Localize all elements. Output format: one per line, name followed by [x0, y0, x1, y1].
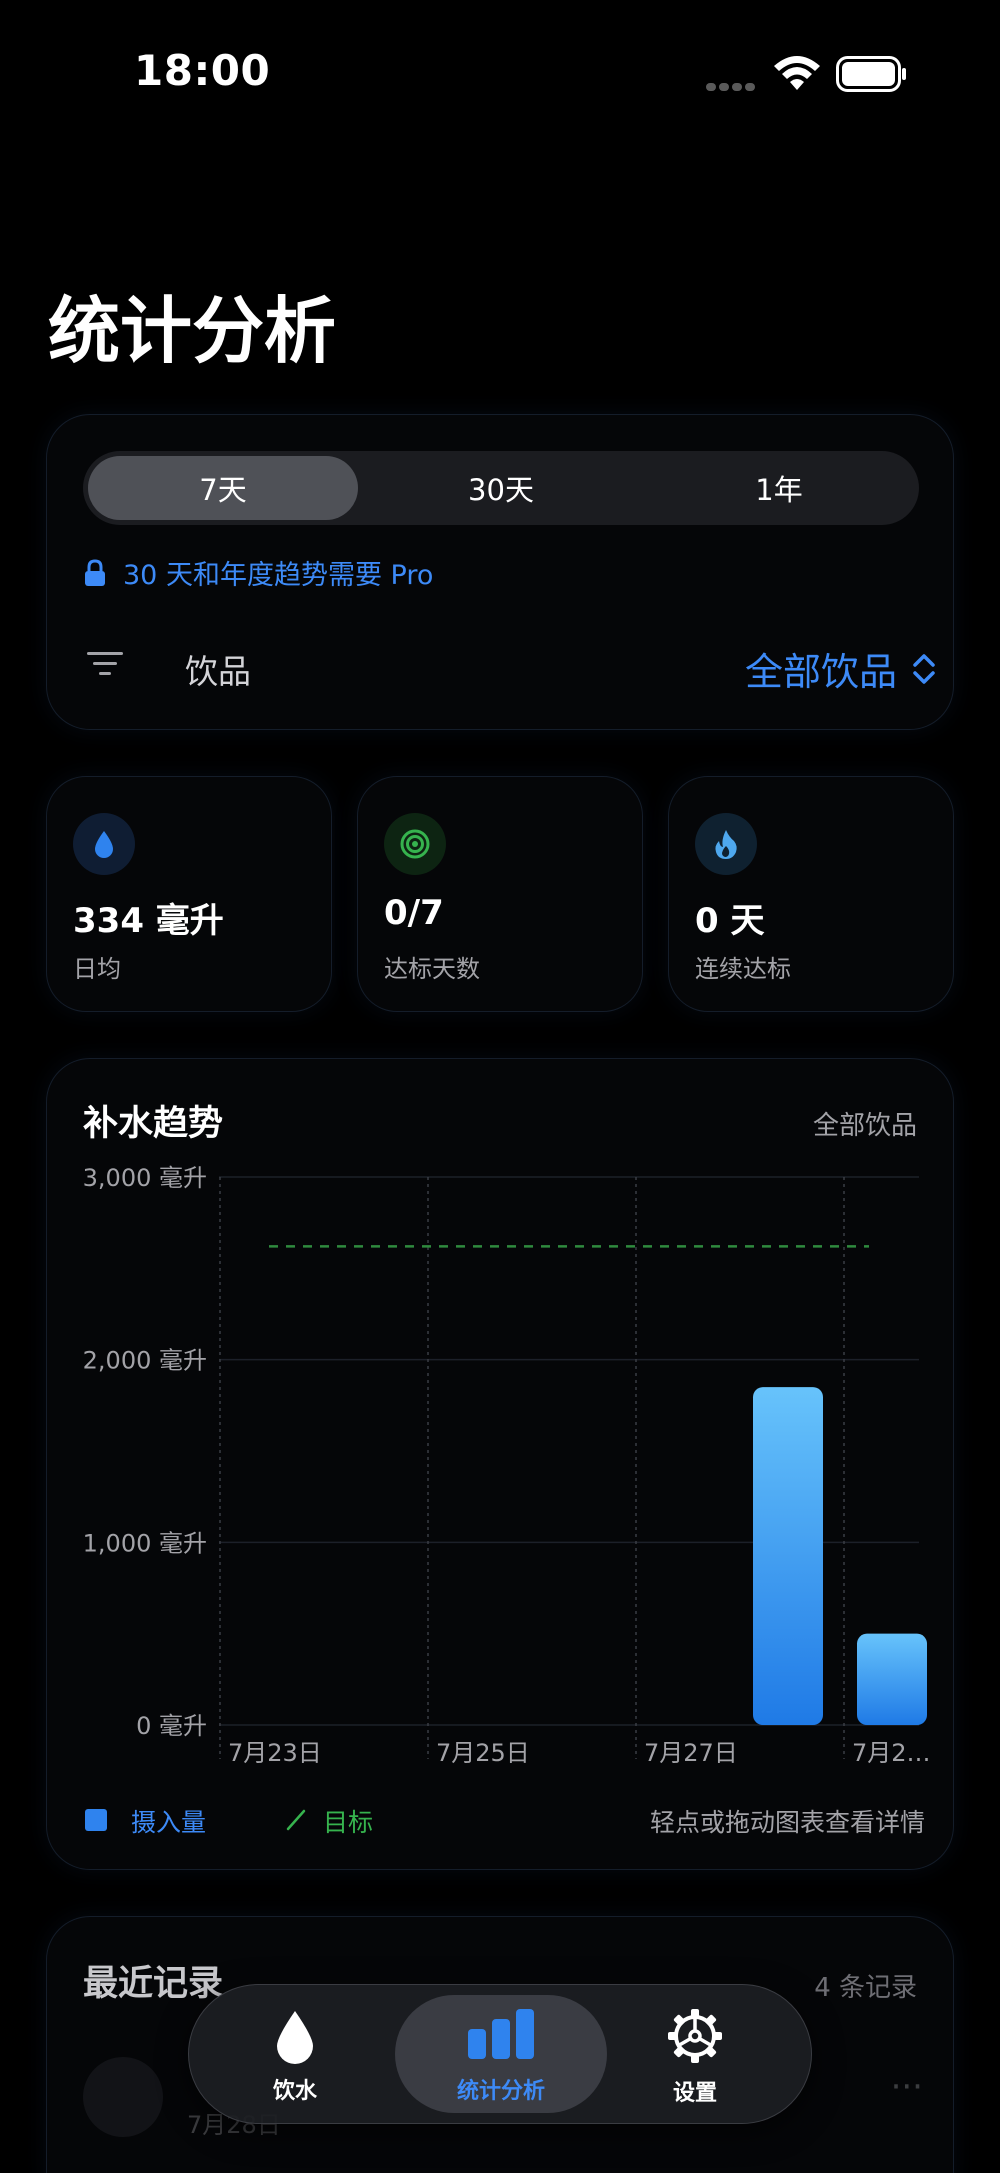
- trend-chart-card[interactable]: 补水趋势 全部饮品 3,000 毫升 2,000 毫升 1,000 毫升 0 毫升 7月…: [46, 1058, 954, 1870]
- status-bar: 18:00: [0, 0, 1000, 140]
- stat-value: 0/7: [384, 893, 444, 933]
- x-tick-label: 7月25日: [436, 1739, 530, 1767]
- droplet-icon: [73, 813, 135, 875]
- filter-icon: [87, 652, 123, 675]
- filter-label: 饮品: [185, 652, 251, 691]
- stat-label: 连续达标: [695, 955, 791, 983]
- flame-icon: [695, 813, 757, 875]
- drink-filter-value: 全部饮品: [744, 650, 897, 694]
- x-tick-label: 7月27日: [644, 1739, 738, 1767]
- y-tick-label: 3,000 毫升: [83, 1164, 207, 1192]
- x-tick-label: 7月23日: [228, 1739, 322, 1767]
- tab-water-label: 饮水: [272, 2079, 317, 2104]
- status-time: 18:00: [134, 46, 271, 95]
- hydration-trend-chart[interactable]: 3,000 毫升 2,000 毫升 1,000 毫升 0 毫升 7月23日 7月25日 7月…: [47, 1059, 955, 1871]
- intake-bar: [857, 1633, 927, 1725]
- pro-notice-text: 30 天和年度趋势需要 Pro: [123, 560, 434, 591]
- stat-value: 0 天: [695, 901, 765, 941]
- legend-intake-swatch: [85, 1809, 107, 1831]
- tab-settings-label: 设置: [672, 2081, 717, 2106]
- chevron-up-down-icon: [913, 653, 935, 684]
- gear-icon: [668, 2009, 722, 2063]
- pro-notice[interactable]: 30 天和年度趋势需要 Pro: [83, 553, 433, 592]
- stat-card-daily-average: 334 毫升 日均: [46, 776, 332, 1012]
- drink-type-icon: [83, 2057, 163, 2137]
- battery-icon: [836, 56, 906, 92]
- legend-intake-label: 摄入量: [131, 1808, 207, 1837]
- drink-filter-row: 饮品 全部饮品: [87, 637, 937, 696]
- lock-icon: [85, 558, 105, 586]
- stat-value: 334 毫升: [73, 901, 224, 941]
- chart-legend: 摄入量 目标 轻点或拖动图表查看详情: [85, 1803, 925, 1843]
- bar-chart-icon: [468, 2009, 534, 2059]
- y-tick-label: 1,000 毫升: [83, 1529, 207, 1557]
- more-options-icon[interactable]: ···: [891, 2067, 923, 2107]
- tab-statistics[interactable]: 统计分析: [395, 1995, 607, 2113]
- page-title: 统计分析: [48, 289, 337, 373]
- range-segmented-control: 7天 30天 1年: [83, 451, 919, 525]
- range-tab-7d[interactable]: 7天: [88, 456, 358, 520]
- stat-label: 日均: [73, 955, 121, 983]
- tab-bar: 饮水 统计分析 设置: [188, 1984, 812, 2124]
- x-tick-label: 7月2…: [852, 1739, 931, 1767]
- wifi-icon: [774, 56, 820, 90]
- range-tab-30d[interactable]: 30天: [366, 456, 636, 520]
- tab-settings[interactable]: 设置: [595, 1985, 795, 2125]
- cellular-dots-icon: [706, 76, 758, 95]
- range-tab-1y[interactable]: 1年: [644, 456, 914, 520]
- tab-water[interactable]: 饮水: [195, 1985, 395, 2125]
- target-icon: [384, 813, 446, 875]
- stat-card-streak: 0 天 连续达标: [668, 776, 954, 1012]
- legend-goal-line-icon: [286, 1809, 306, 1831]
- drink-filter-select[interactable]: 全部饮品: [745, 641, 937, 696]
- recent-records-count: 4 条记录: [814, 1973, 917, 2003]
- y-tick-label: 0 毫升: [136, 1712, 207, 1740]
- intake-bar: [753, 1387, 823, 1725]
- y-tick-label: 2,000 毫升: [83, 1347, 207, 1375]
- water-drop-icon: [277, 2011, 313, 2064]
- tab-statistics-label: 统计分析: [456, 2079, 545, 2104]
- stat-card-goal-days: 0/7 达标天数: [357, 776, 643, 1012]
- legend-goal-label: 目标: [323, 1808, 374, 1837]
- range-card: 7天 30天 1年 30 天和年度趋势需要 Pro 饮品 全部饮品: [46, 414, 954, 730]
- chart-hint: 轻点或拖动图表查看详情: [649, 1808, 925, 1837]
- stat-label: 达标天数: [384, 955, 480, 983]
